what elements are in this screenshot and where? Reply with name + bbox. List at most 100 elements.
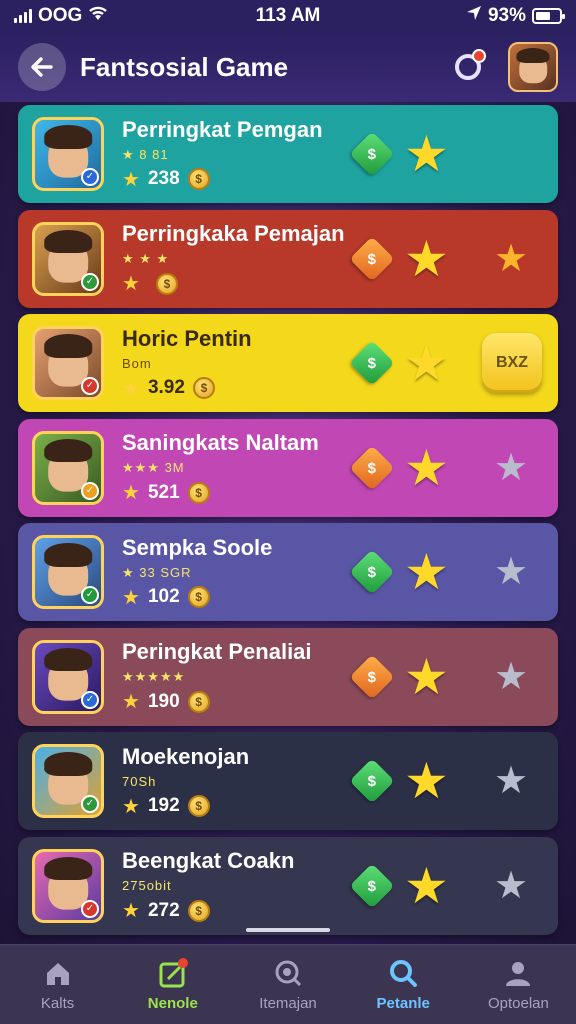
player-avatar: ✓ (32, 535, 104, 609)
row-score: 272 (147, 899, 180, 921)
app-header: Fantsosial Game (0, 32, 576, 102)
nav-label: Itemajan (259, 995, 317, 1012)
leaderboard-row[interactable]: ✓ Saningkats Naltam ★★★ 3M ★ 521 $ $ ★ ★ (18, 418, 558, 517)
row-title: Peringkat Penaliai (122, 639, 312, 664)
player-avatar: ✓ (32, 639, 104, 714)
rank-badge-icon: ✓ (81, 690, 99, 709)
end-star-icon[interactable]: ★ (494, 240, 528, 278)
gem-label: $ (367, 772, 377, 790)
row-subtitle: Bom (122, 355, 152, 371)
battery-percent: 93% (487, 5, 526, 26)
gem-icon: $ (349, 653, 395, 700)
end-star-icon[interactable]: ★ (494, 553, 528, 591)
edit-icon (157, 957, 189, 989)
row-title: Sempka Soole (122, 534, 273, 560)
action-button[interactable]: BXZ (482, 333, 542, 393)
nav-item-home[interactable]: Kalts (0, 945, 115, 1024)
row-subtitle: ★ ★ ★ (122, 251, 170, 266)
target-icon (272, 957, 304, 989)
row-subtitle: ★ 33 SGR (122, 564, 192, 580)
player-avatar: ✓ (32, 744, 104, 818)
row-title: Beengkat Coakn (122, 848, 295, 873)
star-icon: ★ (122, 795, 140, 818)
coin-icon: $ (187, 899, 210, 922)
nav-label: Optoelan (487, 995, 549, 1012)
leaderboard-row[interactable]: ✓ Beengkat Coakn 275obit ★ 272 $ $ ★ ★ (18, 836, 558, 935)
coin-icon: $ (187, 481, 210, 504)
page-title: Fantsosial Game (80, 51, 289, 82)
gem-icon: $ (349, 235, 395, 282)
end-star-icon[interactable]: ★ (494, 449, 528, 487)
star-icon: ★ (122, 273, 140, 295)
leaderboard-row[interactable]: ✓ Moekenojan 70Sh ★ 192 $ $ ★ ★ (18, 732, 558, 830)
favorite-star-icon[interactable]: ★ (404, 234, 449, 284)
star-icon: ★ (122, 482, 140, 504)
row-title: Perringkaka Pemajan (122, 221, 345, 246)
signal-icon (14, 9, 32, 23)
leaderboard-row[interactable]: ✓ Perringkat Pemgan ★ 8 81 ★ 238 $ $ ★ (18, 105, 558, 203)
row-title: Horic Pentin (122, 325, 252, 351)
row-subtitle: ★★★ 3M (122, 460, 185, 475)
row-subtitle: 275obit (122, 878, 172, 893)
gem-label: $ (367, 354, 377, 372)
row-title: Saningkats Naltam (122, 430, 319, 455)
leaderboard-row[interactable]: ✓ Peringkat Penaliai ★★★★★ ★ 190 $ $ ★ ★ (18, 627, 558, 726)
favorite-star-icon[interactable]: ★ (404, 861, 449, 911)
nav-label: Nenole (147, 995, 198, 1012)
gem-icon: $ (349, 131, 395, 177)
end-star-icon[interactable]: ★ (494, 658, 528, 696)
back-button[interactable] (18, 43, 66, 91)
leaderboard-row[interactable]: ✓ Sempka Soole ★ 33 SGR ★ 102 $ $ ★ ★ (18, 523, 558, 621)
row-score: 192 (147, 795, 180, 816)
rank-badge-icon: ✓ (81, 795, 99, 813)
rank-badge-icon: ✓ (81, 272, 99, 291)
leaderboard-row[interactable]: ✓ Horic Pentin Bom ★ 3.92 $ $ ★ BXZ (18, 314, 558, 412)
rank-badge-icon: ✓ (81, 481, 99, 500)
gem-icon: $ (349, 862, 395, 909)
favorite-star-icon[interactable]: ★ (404, 652, 449, 702)
gem-icon: $ (349, 444, 395, 491)
notification-search-button[interactable] (448, 47, 488, 87)
favorite-star-icon[interactable]: ★ (404, 547, 449, 597)
status-bar: OOG 113 AM 93% (0, 0, 576, 32)
action-button-label: BXZ (496, 354, 528, 371)
gem-label: $ (367, 459, 377, 476)
nav-item-target[interactable]: Itemajan (230, 945, 345, 1024)
favorite-star-icon[interactable]: ★ (404, 338, 449, 388)
home-icon (42, 957, 74, 989)
star-icon: ★ (122, 691, 140, 713)
wifi-icon (88, 5, 108, 27)
user-icon (502, 957, 534, 989)
player-avatar: ✓ (32, 326, 104, 400)
leaderboard-row[interactable]: ✓ Perringkaka Pemajan ★ ★ ★ ★ $ $ ★ ★ (18, 209, 558, 308)
battery-icon (532, 8, 565, 24)
gem-label: $ (367, 563, 377, 581)
player-avatar: ✓ (32, 221, 104, 296)
rank-badge-icon: ✓ (81, 899, 99, 918)
row-score: 3.92 (147, 377, 185, 398)
coin-icon: $ (187, 690, 210, 713)
coin-icon: $ (192, 377, 215, 399)
bottom-nav: Kalts Nenole Itemajan Petanle Optoelan (0, 944, 576, 1024)
rank-badge-icon: ✓ (81, 586, 99, 604)
star-icon: ★ (122, 168, 140, 191)
end-star-icon[interactable]: ★ (494, 867, 528, 905)
favorite-star-icon[interactable]: ★ (404, 756, 449, 806)
nav-item-edit[interactable]: Nenole (115, 945, 230, 1024)
profile-avatar[interactable] (508, 42, 558, 92)
favorite-star-icon[interactable]: ★ (404, 443, 449, 493)
star-icon: ★ (122, 377, 140, 400)
gem-label: $ (367, 668, 377, 685)
scroll-indicator (246, 928, 330, 932)
nav-item-search[interactable]: Petanle (346, 945, 461, 1024)
arrow-left-icon (31, 57, 53, 77)
row-title: Perringkat Pemgan (122, 116, 323, 142)
gem-icon: $ (349, 758, 395, 804)
favorite-star-icon[interactable]: ★ (404, 129, 449, 179)
player-avatar: ✓ (32, 430, 104, 505)
star-icon: ★ (122, 586, 140, 609)
end-star-icon[interactable]: ★ (494, 762, 528, 800)
coin-icon: $ (187, 586, 210, 608)
rank-badge-icon: ✓ (81, 377, 99, 395)
nav-item-user[interactable]: Optoelan (461, 945, 576, 1024)
